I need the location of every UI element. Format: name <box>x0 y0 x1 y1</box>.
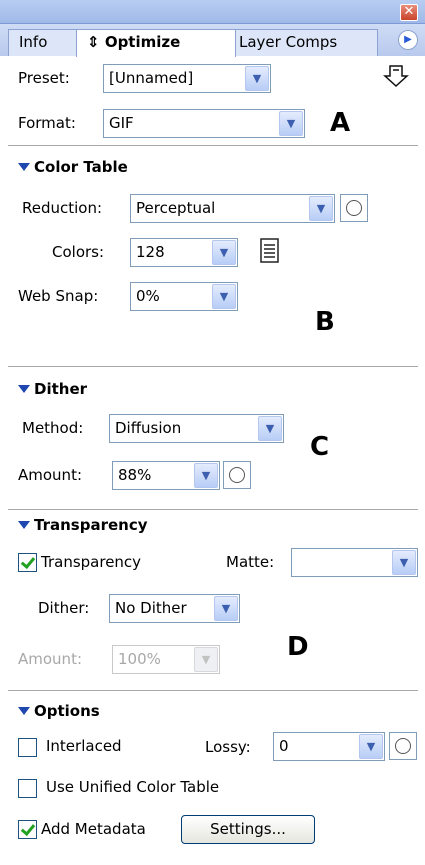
matte-label: Matte: <box>226 553 275 571</box>
web-snap-label: Web Snap: <box>18 287 99 305</box>
color-table-header[interactable]: Color Table <box>18 158 128 176</box>
chevron-down-icon: ▼ <box>309 196 333 221</box>
tab-optimize[interactable]: ⇕ Optimize <box>76 29 236 57</box>
transparency-dither-label: Dither: <box>38 599 90 617</box>
dither-amount-value: 88% <box>118 466 152 484</box>
chevron-down-icon: ▼ <box>212 240 236 265</box>
divider <box>8 509 418 511</box>
method-label: Method: <box>22 419 84 437</box>
interlaced-checkbox[interactable] <box>18 738 37 757</box>
transparency-amount-label: Amount: <box>18 650 82 668</box>
unified-color-table-label: Use Unified Color Table <box>46 778 220 796</box>
dither-mask-icon[interactable] <box>223 461 251 489</box>
settings-button[interactable]: Settings... <box>181 815 315 844</box>
tab-info-label: Info <box>19 33 48 51</box>
updown-arrow-icon: ⇕ <box>87 33 100 51</box>
web-snap-value: 0% <box>136 287 160 305</box>
collapse-triangle-icon <box>18 385 30 393</box>
transparency-amount-value: 100% <box>118 650 161 668</box>
format-select[interactable]: GIF ▼ <box>103 109 305 138</box>
chevron-down-icon: ▼ <box>258 416 282 441</box>
options-header[interactable]: Options <box>18 702 100 720</box>
transparency-amount-select[interactable]: 100% ▼ <box>112 645 220 674</box>
annotation-d: D <box>287 632 309 662</box>
colors-value: 128 <box>136 243 165 261</box>
reduction-label: Reduction: <box>22 199 103 217</box>
chevron-down-icon: ▼ <box>359 734 383 759</box>
preset-value: [Unnamed] <box>109 69 194 87</box>
chevron-down-icon: ▼ <box>194 463 218 488</box>
annotation-b: B <box>315 307 335 337</box>
annotation-c: C <box>310 432 330 462</box>
divider <box>8 366 418 368</box>
divider <box>8 690 418 692</box>
colors-select[interactable]: 128 ▼ <box>130 238 238 267</box>
tab-layer-comps[interactable]: Layer Comps <box>228 29 378 56</box>
unified-color-table-checkbox[interactable] <box>18 779 37 798</box>
reduction-mask-icon[interactable] <box>340 194 368 222</box>
chevron-down-icon: ▼ <box>245 66 269 91</box>
color-table-icon[interactable] <box>258 236 282 266</box>
transparency-dither-value: No Dither <box>115 599 187 617</box>
dither-amount-label: Amount: <box>18 466 82 484</box>
reduction-value: Perceptual <box>136 199 216 217</box>
chevron-down-icon: ▼ <box>194 647 218 672</box>
preset-menu-icon[interactable] <box>382 62 410 90</box>
add-metadata-checkbox[interactable] <box>18 820 37 839</box>
settings-button-label: Settings... <box>210 820 286 838</box>
lossy-select[interactable]: 0 ▼ <box>273 732 385 761</box>
color-table-title: Color Table <box>34 158 128 176</box>
preset-label: Preset: <box>18 69 70 87</box>
format-label: Format: <box>18 114 76 132</box>
optimize-panel: ✕ Info ⇕ Optimize Layer Comps ▶ Preset: … <box>0 0 425 865</box>
collapse-triangle-icon <box>18 707 30 715</box>
dither-amount-select[interactable]: 88% ▼ <box>112 461 220 490</box>
add-metadata-label: Add Metadata <box>41 820 146 838</box>
method-select[interactable]: Diffusion ▼ <box>109 414 284 443</box>
matte-select[interactable]: ▼ <box>291 548 418 577</box>
collapse-triangle-icon <box>18 521 30 529</box>
lossy-value: 0 <box>279 737 289 755</box>
options-title: Options <box>34 702 100 720</box>
panel-titlebar <box>0 0 425 24</box>
transparency-dither-select[interactable]: No Dither ▼ <box>109 594 240 623</box>
transparency-checkbox-label: Transparency <box>41 553 142 571</box>
lossy-mask-icon[interactable] <box>389 732 417 760</box>
chevron-down-icon: ▼ <box>214 596 238 621</box>
panel-menu-icon[interactable]: ▶ <box>398 30 418 50</box>
tab-optimize-label: Optimize <box>104 33 181 51</box>
chevron-down-icon: ▼ <box>279 111 303 136</box>
divider <box>8 145 418 147</box>
preset-select[interactable]: [Unnamed] ▼ <box>103 64 271 93</box>
collapse-triangle-icon <box>18 163 30 171</box>
reduction-select[interactable]: Perceptual ▼ <box>130 194 335 223</box>
close-icon[interactable]: ✕ <box>400 4 418 21</box>
tab-info[interactable]: Info <box>8 29 78 56</box>
method-value: Diffusion <box>115 419 182 437</box>
transparency-header[interactable]: Transparency <box>18 516 148 534</box>
transparency-checkbox[interactable] <box>18 553 37 572</box>
dither-title: Dither <box>34 380 88 398</box>
format-value: GIF <box>109 114 134 132</box>
lossy-label: Lossy: <box>205 738 251 756</box>
transparency-title: Transparency <box>34 516 148 534</box>
interlaced-label: Interlaced <box>46 737 122 755</box>
tab-layer-comps-label: Layer Comps <box>239 33 338 51</box>
annotation-a: A <box>330 108 351 138</box>
chevron-down-icon: ▼ <box>212 284 236 309</box>
web-snap-select[interactable]: 0% ▼ <box>130 282 238 311</box>
colors-label: Colors: <box>52 243 105 261</box>
chevron-down-icon: ▼ <box>392 550 416 575</box>
dither-header[interactable]: Dither <box>18 380 87 398</box>
